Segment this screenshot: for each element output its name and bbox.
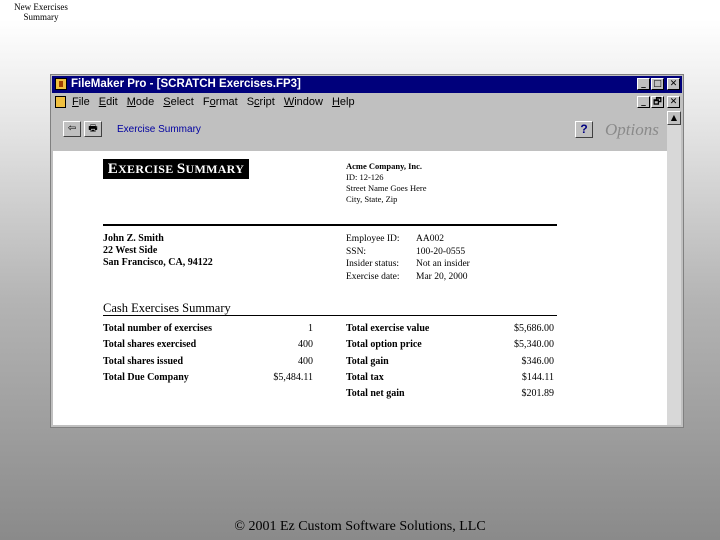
document-icon[interactable] — [55, 96, 66, 108]
filemaker-window: FileMaker Pro - [SCRATCH Exercises.FP3] … — [50, 74, 684, 428]
right-summary-value: $5,686.00 — [514, 323, 554, 334]
options-button[interactable]: Options — [605, 120, 659, 140]
maximize-button[interactable]: □ — [651, 78, 664, 90]
menu-file[interactable]: File — [72, 96, 90, 108]
right-summary-label: Total gain — [346, 355, 389, 367]
employee-id-label: Employee ID: — [346, 234, 400, 244]
insider-status-label: Insider status: — [346, 259, 400, 269]
doc-close-button[interactable]: ✕ — [667, 96, 680, 108]
layout-content: ⇦ 🖶 Exercise Summary ? Options EXERCISE … — [53, 111, 667, 425]
document-controls: _ 🗗 ✕ — [637, 96, 680, 108]
menu-mode[interactable]: Mode — [127, 96, 155, 108]
employee-id-value: AA002 — [416, 234, 444, 244]
company-info: Acme Company, Inc. ID: 12-126 Street Nam… — [346, 161, 426, 205]
right-summary-row: Total exercise value $5,686.00 — [346, 321, 554, 337]
left-summary-value: 1 — [308, 323, 313, 334]
scroll-up-arrow-icon[interactable]: ▲ — [667, 111, 681, 125]
employee-address: John Z. Smith 22 West Side San Francisco… — [103, 233, 213, 269]
menu-format[interactable]: Format — [203, 96, 238, 108]
employee-address-line1: 22 West Side — [103, 245, 158, 256]
right-summary-value: $5,340.00 — [514, 339, 554, 351]
left-summary-value: 400 — [298, 355, 313, 367]
print-icon[interactable]: 🖶 — [84, 121, 102, 137]
employee-name: John Z. Smith — [103, 233, 164, 244]
minimize-button[interactable]: _ — [637, 78, 650, 90]
left-summary-value: 400 — [298, 339, 313, 351]
slide-title: New Exercises Summary — [14, 2, 68, 22]
left-summary-row: Total shares exercised 400 — [103, 337, 313, 353]
left-summary-row: Total number of exercises 1 — [103, 321, 313, 337]
right-summary-row: Total gain $346.00 — [346, 354, 554, 370]
close-button[interactable]: ✕ — [667, 78, 680, 90]
doc-minimize-button[interactable]: _ — [637, 96, 650, 108]
exercise-date-label: Exercise date: — [346, 271, 400, 282]
company-name: Acme Company, Inc. — [346, 161, 423, 171]
right-summary-value: $346.00 — [521, 355, 555, 367]
left-summary-row: Total Due Company $5,484.11 — [103, 370, 313, 386]
filemaker-app-icon[interactable] — [55, 78, 67, 90]
menu-window[interactable]: Window — [284, 96, 323, 108]
exercise-summary-link[interactable]: Exercise Summary — [117, 124, 201, 135]
employee-address-line2: San Francisco, CA, 94122 — [103, 257, 213, 268]
back-arrow-icon[interactable]: ⇦ — [63, 121, 81, 137]
menu-bar: File Edit Mode Select Format Script Window Help… — [52, 94, 682, 110]
exercise-summary-report: EXERCISE SUMMARY Acme Company, Inc. ID: … — [53, 151, 667, 425]
left-summary-label: Total shares issued — [103, 355, 184, 367]
left-summary-row: Total shares issued 400 — [103, 354, 313, 370]
left-summary-value: $5,484.11 — [273, 371, 313, 383]
employee-detail-labels: Employee ID: SSN: Insider status: Exerci… — [346, 233, 400, 283]
header-divider — [103, 224, 557, 226]
right-summary-value: $144.11 — [521, 371, 554, 383]
right-summary-row: Total net gain $201.89 — [346, 386, 554, 402]
menu-script[interactable]: Script — [247, 96, 275, 108]
right-summary-label: Total exercise value — [346, 323, 430, 334]
ssn-label: SSN: — [346, 246, 367, 257]
company-id: ID: 12-126 — [346, 172, 384, 182]
right-summary-table: Total exercise value $5,686.00 Total optio… — [346, 321, 554, 402]
company-city: City, State, Zip — [346, 194, 398, 204]
layout-toolbar: ⇦ 🖶 Exercise Summary ? Options — [53, 111, 667, 151]
menu-edit[interactable]: Edit — [99, 96, 118, 108]
section-divider — [103, 315, 557, 316]
right-summary-value: $201.89 — [521, 388, 555, 400]
employee-detail-values: AA002 100-20-0555 Not an insider Mar 20,… — [416, 233, 470, 283]
window-title: FileMaker Pro - [SCRATCH Exercises.FP3] — [71, 78, 301, 90]
help-button[interactable]: ? — [575, 121, 593, 138]
left-summary-label: Total shares exercised — [103, 339, 197, 351]
right-summary-label: Total tax — [346, 371, 384, 383]
insider-status-value: Not an insider — [416, 259, 470, 269]
title-bar[interactable]: FileMaker Pro - [SCRATCH Exercises.FP3] … — [52, 76, 682, 93]
company-street: Street Name Goes Here — [346, 183, 427, 193]
window-controls: _ □ ✕ — [637, 78, 680, 90]
report-title: EXERCISE SUMMARY — [103, 159, 249, 179]
left-summary-table: Total number of exercises 1 Total shares e… — [103, 321, 313, 386]
menu-help[interactable]: Help — [332, 96, 355, 108]
menu-select[interactable]: Select — [163, 96, 194, 108]
slide-footer: © 2001 Ez Custom Software Solutions, LLC — [234, 519, 486, 534]
left-summary-label: Total Due Company — [103, 371, 189, 383]
right-summary-row: Total tax $144.11 — [346, 370, 554, 386]
section-title: Cash Exercises Summary — [103, 301, 231, 315]
right-summary-label: Total option price — [346, 339, 422, 351]
ssn-value: 100-20-0555 — [416, 246, 466, 257]
right-summary-row: Total option price $5,340.00 — [346, 337, 554, 353]
right-summary-label: Total net gain — [346, 388, 405, 400]
left-summary-label: Total number of exercises — [103, 323, 212, 334]
exercise-date-value: Mar 20, 2000 — [416, 271, 468, 282]
menu-items: File Edit Mode Select Format Script Window Help — [72, 96, 364, 108]
vertical-scrollbar[interactable]: ▲ — [667, 111, 681, 425]
doc-restore-button[interactable]: 🗗 — [651, 96, 664, 108]
